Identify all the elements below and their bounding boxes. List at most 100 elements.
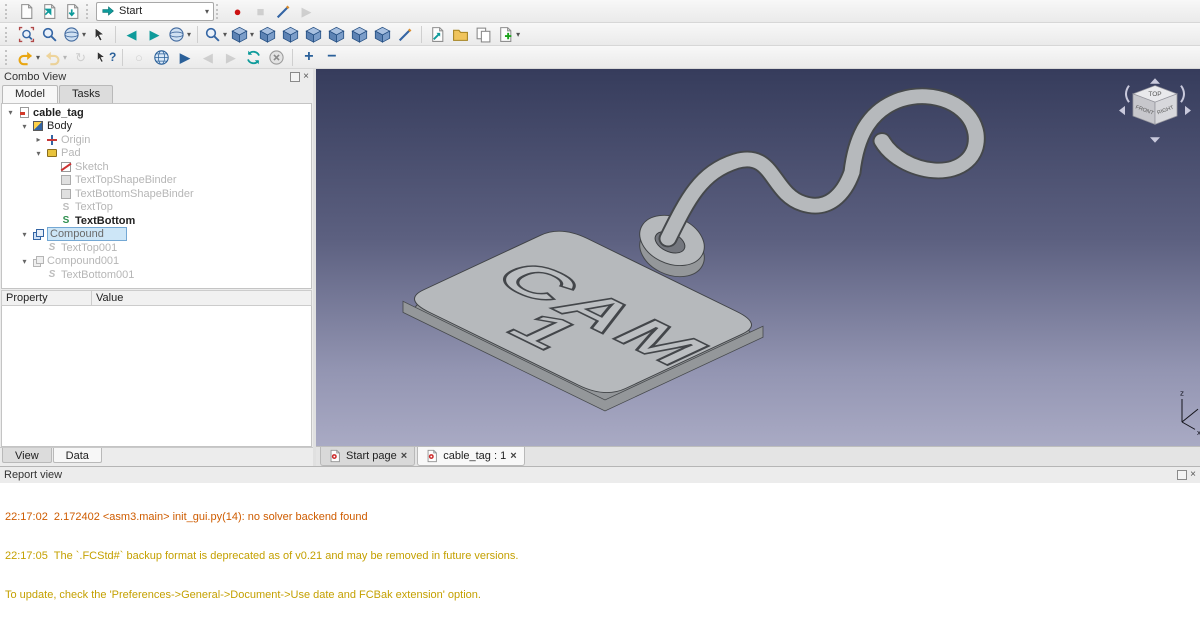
expander-icon[interactable] [34,135,43,144]
close-tab-icon[interactable]: × [401,450,407,462]
stop-loading-button[interactable]: ○ [127,47,150,68]
log-line: 22:17:02 2.172402 <asm3.main> init_gui.p… [5,511,1195,524]
tab-tasks[interactable]: Tasks [59,85,113,103]
macro-stop-button[interactable]: ■ [249,1,272,22]
zoom-out-button[interactable]: − [320,47,343,68]
toolbar-grip[interactable] [86,4,92,19]
toolbar-grip[interactable] [216,4,222,19]
value-column-header[interactable]: Value [91,290,312,306]
nav-forward-button[interactable]: ▶ [143,24,166,45]
close-panel-button[interactable]: × [303,72,309,82]
fit-selection-button[interactable] [38,24,61,45]
toolbar-grip[interactable] [5,4,11,19]
zoom-tools-button[interactable] [202,24,229,45]
navigation-cube[interactable]: TOP FRONT RIGHT [1119,78,1191,143]
tree-item-compound001[interactable]: Compound001 [2,255,311,269]
tab-view[interactable]: View [2,448,52,463]
report-log[interactable]: 22:17:02 2.172402 <asm3.main> init_gui.p… [0,483,1200,630]
navcube-arrow-down[interactable] [1150,137,1160,143]
toolbar-file: Start ▾ ● ■ ▶ [0,0,1200,23]
workbench-selector[interactable]: Start ▾ [96,2,214,21]
make-link-button[interactable] [426,24,449,45]
browser-stop-button[interactable] [265,47,288,68]
save-document-button[interactable] [61,1,84,22]
expander-icon[interactable] [20,257,29,266]
navcube-arrow-left[interactable] [1119,106,1125,115]
separator [197,26,198,43]
view-right-button[interactable] [302,24,325,45]
stop-cross-icon [268,49,285,66]
expander-icon[interactable] [20,230,29,239]
folder-icon [452,26,469,43]
close-panel-button[interactable]: × [1190,470,1196,480]
tree-item-texttopshapebinder[interactable]: TextTopShapeBinder [2,174,311,188]
paste-object-button[interactable] [495,24,522,45]
tab-cable-tag[interactable]: cable_tag : 1 × [417,447,524,466]
tree-item-cable-tag[interactable]: cable_tag [2,106,311,120]
navcube-rotate-right-icon[interactable] [1181,86,1184,103]
start-page-button[interactable]: ▶ [173,47,196,68]
tree-item-sketch[interactable]: Sketch [2,160,311,174]
measure-button[interactable] [394,24,417,45]
tree-item-textbottom001[interactable]: TextBottom001 [2,268,311,282]
toolbar-grip[interactable] [5,50,11,65]
zoom-in-button[interactable]: + [297,47,320,68]
box-selection-button[interactable] [88,24,111,45]
fit-all-button[interactable] [15,24,38,45]
toolbar-grip[interactable] [5,27,11,42]
macro-record-button[interactable]: ● [226,1,249,22]
view-bottom-button[interactable] [348,24,371,45]
tree-item-compound[interactable]: Compound [2,228,311,242]
3d-viewport[interactable]: CAM 1 [316,69,1200,446]
link-group-button[interactable] [449,24,472,45]
browser-reload-button[interactable] [242,47,265,68]
redo-button[interactable] [42,47,69,68]
view-rear-button[interactable] [325,24,348,45]
view-right-icon [305,26,322,43]
view-front-button[interactable] [256,24,279,45]
view-bottom-icon [351,26,368,43]
whats-this-button[interactable]: ? [92,47,118,68]
copy-object-button[interactable] [472,24,495,45]
tree-item-origin[interactable]: Origin [2,133,311,147]
navcube-arrow-up[interactable] [1150,78,1160,84]
new-document-button[interactable] [15,1,38,22]
property-grid-body[interactable] [1,306,312,447]
navcube-rotate-left-icon[interactable] [1126,86,1129,103]
macro-execute-button[interactable]: ▶ [295,1,318,22]
tree-item-textbottom[interactable]: TextBottom [2,214,311,228]
shapestring-icon [46,242,58,254]
view-left-button[interactable] [371,24,394,45]
expander-icon[interactable] [20,122,29,131]
expander-icon[interactable] [6,108,15,117]
tree-item-pad[interactable]: Pad [2,147,311,161]
edit-macro-icon [275,3,292,20]
expander-icon[interactable] [34,149,43,158]
open-document-button[interactable] [38,1,61,22]
open-website-button[interactable] [150,47,173,68]
nav-back-button[interactable]: ◀ [120,24,143,45]
tree-item-body[interactable]: Body [2,120,311,134]
undo-button[interactable] [15,47,42,68]
tab-start-page[interactable]: Start page × [320,447,415,466]
navcube-arrow-right[interactable] [1185,106,1191,115]
float-panel-button[interactable] [290,72,300,82]
cable-tag-model[interactable]: CAM 1 [403,96,976,411]
float-panel-button[interactable] [1177,470,1187,480]
tree-item-texttop001[interactable]: TextTop001 [2,241,311,255]
tab-model[interactable]: Model [2,85,58,103]
separator [122,49,123,66]
close-tab-icon[interactable]: × [510,450,516,462]
tab-data[interactable]: Data [53,448,102,463]
tree-item-texttop[interactable]: TextTop [2,201,311,215]
browser-forward-button[interactable]: ▶ [219,47,242,68]
refresh-button[interactable]: ↻ [69,47,92,68]
property-column-header[interactable]: Property [1,290,91,306]
draw-style-button[interactable] [61,24,88,45]
view-top-button[interactable] [279,24,302,45]
browser-back-button[interactable]: ◀ [196,47,219,68]
macro-edit-button[interactable] [272,1,295,22]
view-axonometric-button[interactable] [229,24,256,45]
tree-item-textbottomshapebinder[interactable]: TextBottomShapeBinder [2,187,311,201]
navigation-style-button[interactable] [166,24,193,45]
